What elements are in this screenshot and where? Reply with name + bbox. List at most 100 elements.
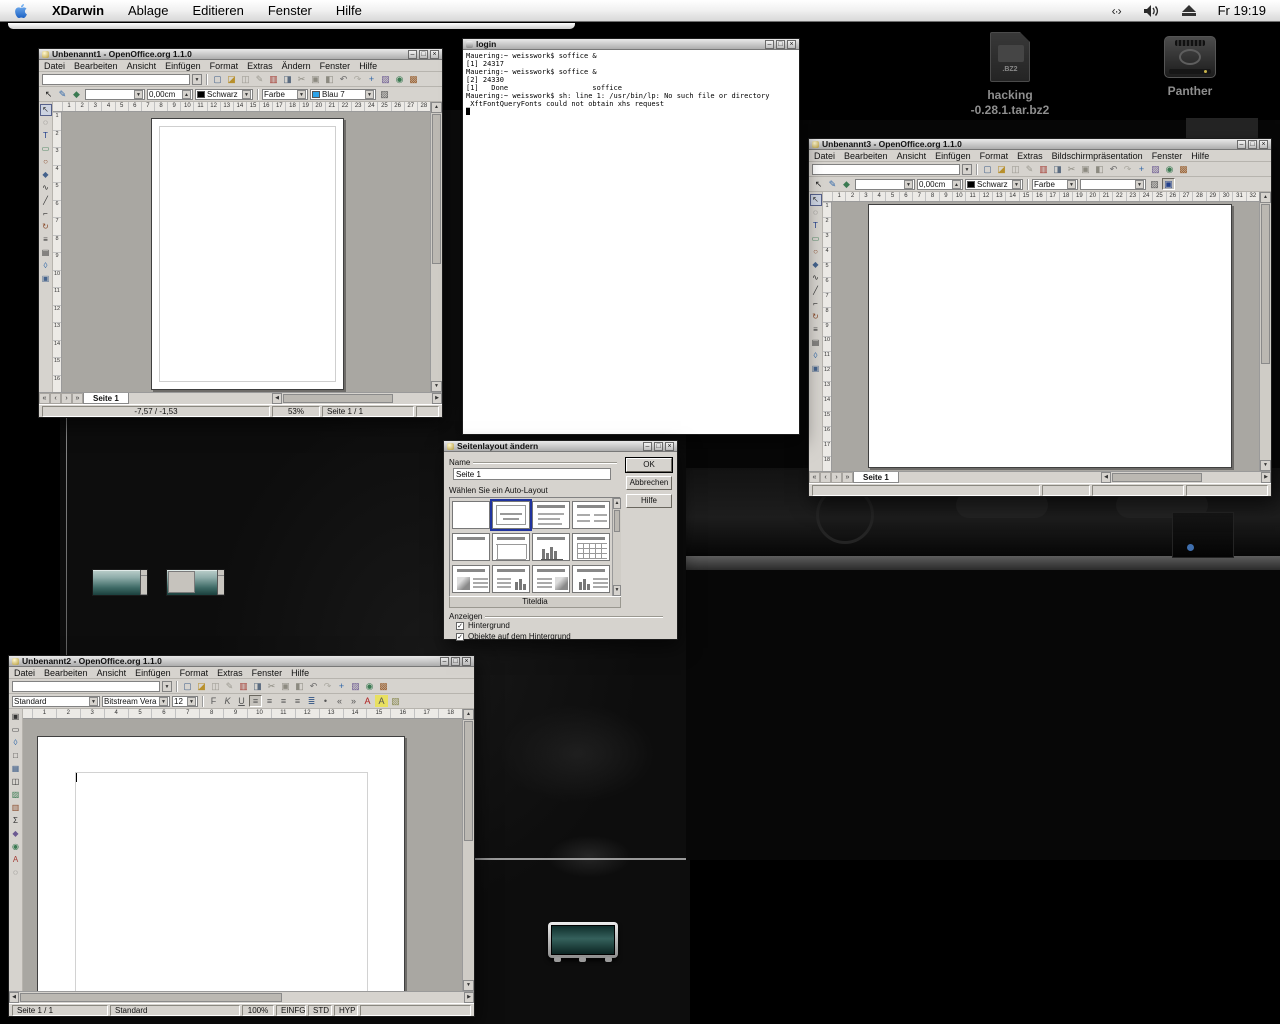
scroll-left-icon[interactable]: ◀ [1101,472,1111,483]
horizontal-scrollbar[interactable]: ◀ ▶ [1101,472,1271,483]
desktop-icon-archive[interactable]: .BZ2 hacking -0.28.1.tar.bz2 [950,32,1070,118]
select-icon[interactable]: ↖ [812,178,825,190]
fields-tool[interactable]: ▭ [10,724,22,736]
layout-title-box[interactable] [492,533,530,561]
rect-tool[interactable]: ▭ [810,233,822,245]
menu-item[interactable]: Extras [247,61,273,71]
scroll-right-icon[interactable]: ▶ [464,992,474,1003]
widget-scrollbar[interactable] [217,570,224,595]
paste-icon[interactable]: ◧ [293,680,306,692]
menu-item[interactable]: Einfügen [165,61,201,71]
scroll-thumb[interactable] [1112,473,1202,482]
new-doc-icon[interactable]: ▢ [211,73,224,85]
text-tool[interactable]: T [40,130,52,142]
redo-icon[interactable]: ↷ [1121,163,1134,175]
align-right-button[interactable]: ≡ [277,695,290,707]
impress-titlebar[interactable]: Unbenannt3 - OpenOffice.org 1.1.0 – □ × [809,139,1271,150]
gallery-icon[interactable]: ▩ [407,73,420,85]
connector-tool[interactable]: ⌐ [810,298,822,310]
minimize-button[interactable]: – [408,50,417,59]
chart-tool[interactable]: ▥ [10,802,22,814]
draw-titlebar[interactable]: Unbenannt1 - OpenOffice.org 1.1.0 – □ × [39,49,442,60]
menu-item[interactable]: Datei [14,668,35,678]
writer-page[interactable] [37,736,405,991]
status-zoom[interactable]: 100% [242,1005,274,1016]
minimize-button[interactable]: – [643,442,652,451]
draw-canvas[interactable] [62,112,430,392]
stylist-icon[interactable]: ▨ [379,73,392,85]
font-color-button[interactable]: A [361,695,374,707]
print-icon[interactable]: ◨ [281,73,294,85]
menu-item[interactable]: Fenster [320,61,351,71]
vertical-scrollbar[interactable]: ▲ ▼ [1259,192,1271,471]
shadow-icon[interactable]: ▨ [378,88,391,100]
insert-tool[interactable]: ▣ [10,711,22,723]
arrange-tool[interactable]: ▤ [810,337,822,349]
tab-nav-button[interactable]: « [809,472,820,483]
undo-icon[interactable]: ↶ [1107,163,1120,175]
redo-icon[interactable]: ↷ [321,680,334,692]
font-size-combo[interactable]: 12▼ [172,696,198,707]
scroll-right-icon[interactable]: ▶ [432,393,442,404]
fill-color-combo[interactable]: Blau 7▼ [310,89,376,100]
draw-functions-tool[interactable]: ◊ [10,737,22,749]
navigator-icon[interactable]: + [365,73,378,85]
stylist-icon[interactable]: ▨ [1149,163,1162,175]
fill-color-combo[interactable]: ▼ [1080,179,1146,190]
dialog-titlebar[interactable]: Seitenlayout ändern – □ × [444,441,677,452]
align-center-button[interactable]: ≡ [263,695,276,707]
object3d-tool[interactable]: ◆ [40,169,52,181]
menu-item[interactable]: Datei [44,61,65,71]
layout-bullets[interactable] [532,501,570,529]
scroll-up-icon[interactable]: ▲ [1260,192,1271,203]
layout-text-clipart[interactable] [532,565,570,593]
widget-scrollbar[interactable] [140,570,147,595]
layout-chart-text[interactable] [572,565,610,593]
spellcheck-tool[interactable]: A [10,854,22,866]
horizontal-ruler[interactable]: 123456789101112131415161718 [23,709,462,719]
scroll-left-icon[interactable]: ◀ [9,992,19,1003]
vertical-scrollbar[interactable]: ▲ ▼ [462,709,474,991]
scroll-thumb[interactable] [614,510,620,532]
menu-item[interactable]: Einfügen [135,668,171,678]
combo-arrow-icon[interactable]: ▼ [162,681,172,692]
shaded-window-edge[interactable] [8,23,575,29]
scroll-thumb[interactable] [1261,204,1270,364]
hyperlink-tool[interactable]: ◉ [10,841,22,853]
tab-nav-button[interactable]: « [39,393,50,404]
status-hyperlink-mode[interactable]: HYP [334,1005,358,1016]
teal-widget-1[interactable] [92,569,148,596]
italic-button[interactable]: K [221,695,234,707]
line-tool[interactable]: ╱ [40,195,52,207]
tab-nav-button[interactable]: ‹ [50,393,61,404]
menu-item[interactable]: Hilfe [359,61,377,71]
layout-blank[interactable] [452,501,490,529]
formula-tool[interactable]: Σ [10,815,22,827]
insert-tool[interactable]: ▣ [40,273,52,285]
maximize-button[interactable]: □ [419,50,428,59]
url-combobox[interactable] [12,681,160,692]
line-color-combo[interactable]: Schwarz▼ [965,179,1023,190]
print-icon[interactable]: ◨ [1051,163,1064,175]
scroll-up-icon[interactable]: ▲ [431,102,442,113]
maximize-button[interactable]: □ [654,442,663,451]
writer-canvas[interactable] [23,719,462,991]
underline-button[interactable]: U [235,695,248,707]
status-zoom[interactable]: 53% [272,406,320,417]
menu-item[interactable]: Format [180,668,209,678]
graphic-tool[interactable]: ▨ [10,789,22,801]
scroll-up-icon[interactable]: ▲ [613,498,621,509]
close-button[interactable]: × [430,50,439,59]
menu-item[interactable]: Einfügen [935,151,971,161]
tab-nav-button[interactable]: ‹ [820,472,831,483]
paragraph-style-combo[interactable]: Standard▼ [12,696,100,707]
redo-icon[interactable]: ↷ [351,73,364,85]
shadow-icon[interactable]: ▨ [1148,178,1161,190]
menu-item[interactable]: Ansicht [127,61,157,71]
ellipse-tool[interactable]: ○ [40,156,52,168]
vertical-scrollbar[interactable]: ▲ ▼ [430,102,442,392]
hyperlink-icon[interactable]: ◉ [1163,163,1176,175]
background-button[interactable]: ▧ [389,695,402,707]
save-icon[interactable]: ◫ [1009,163,1022,175]
rect-tool[interactable]: ▭ [40,143,52,155]
